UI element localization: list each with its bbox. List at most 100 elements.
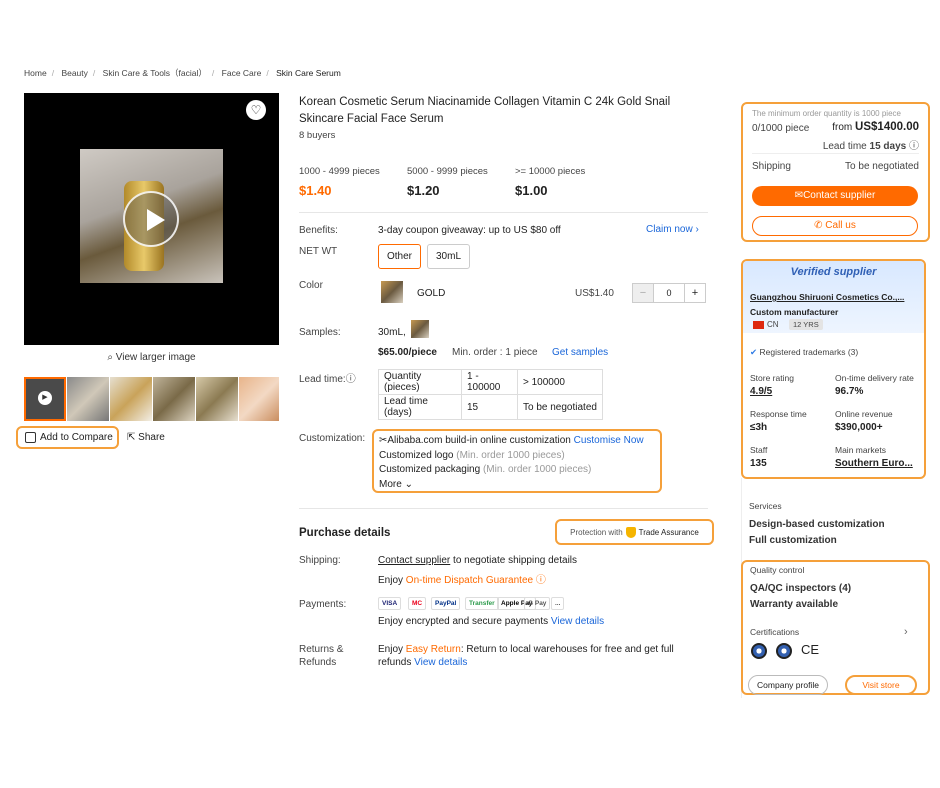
samples-price: $65.00/piece	[378, 347, 437, 358]
thumbnail[interactable]	[239, 377, 279, 421]
add-to-compare[interactable]: Add to Compare	[16, 426, 119, 449]
decrement-button[interactable]: −	[632, 283, 654, 303]
info-icon[interactable]: ⓘ	[346, 374, 356, 385]
verified-supplier-badge: Verified supplier	[790, 266, 877, 278]
view-details-link[interactable]: View details	[414, 657, 467, 668]
info-icon: ⓘ	[533, 575, 546, 586]
chevron-right-icon[interactable]: ›	[904, 626, 908, 638]
order-card: The minimum order quantity is 1000 piece…	[741, 102, 930, 242]
heart-icon[interactable]: ♡	[246, 100, 266, 120]
table-row: Lead time (days) 15 To be negotiated	[378, 394, 603, 420]
supplier-name-link[interactable]: Guangzhou Shiruoni Cosmetics Co.,...	[750, 292, 920, 302]
thumbnail[interactable]	[196, 377, 238, 421]
product-video[interactable]: ♡	[24, 93, 279, 345]
sample-thumbnail	[411, 320, 429, 338]
ontime-delivery: On-time delivery rate 96.7%	[835, 373, 914, 397]
breadcrumb-home[interactable]: Home	[24, 68, 47, 78]
supplier-type: Custom manufacturer	[750, 307, 839, 317]
staff-count: Staff 135	[750, 445, 768, 469]
bank-transfer-icon: Transfer	[465, 597, 499, 610]
visit-store-button[interactable]: Visit store	[845, 675, 917, 695]
claim-now-link[interactable]: Claim now ›	[646, 224, 699, 235]
samples-label: Samples:	[299, 327, 341, 338]
samples-min-order: Min. order : 1 piece	[452, 347, 538, 358]
supplier-country: CN	[767, 320, 779, 329]
min-order-note: The minimum order quantity is 1000 piece	[752, 109, 901, 118]
netwt-option-30ml[interactable]: 30mL	[427, 244, 471, 269]
returns-text: Enjoy Easy Return: Return to local wareh…	[378, 644, 674, 668]
buyer-count: 8 buyers	[299, 130, 336, 141]
globe-cert-icon	[776, 643, 792, 659]
breadcrumb: Home / Beauty / Skin Care & Tools（facial） /…	[24, 68, 341, 78]
ce-cert-icon: CE	[801, 642, 820, 657]
thumbnail[interactable]	[153, 377, 195, 421]
quantity-input[interactable]: 0	[654, 283, 684, 303]
shield-icon	[625, 526, 636, 538]
customization-box: ✂Alibaba.com build-in online customizati…	[372, 429, 662, 493]
get-samples-link[interactable]: Get samples	[552, 347, 608, 358]
increment-button[interactable]: +	[684, 283, 706, 303]
share-icon: ⇱	[127, 432, 136, 443]
chevron-down-icon: ⌄	[404, 478, 413, 490]
globe-cert-icon	[751, 643, 767, 659]
price-tier: 5000 - 9999 pieces $1.20	[407, 166, 488, 198]
share-button[interactable]: ⇱ Share	[127, 432, 165, 443]
easy-return-link[interactable]: Easy Return	[406, 644, 461, 655]
contact-supplier-button[interactable]: ✉Contact supplier	[752, 186, 918, 206]
supplier-years: 12 YRS	[789, 319, 823, 330]
table-row: Quantity (pieces) 1 - 100000 > 100000	[378, 369, 603, 395]
dispatch-guarantee-link[interactable]: On-time Dispatch Guarantee	[406, 575, 533, 586]
price-tier: 1000 - 4999 pieces $1.40	[299, 166, 380, 198]
breadcrumb-face-care[interactable]: Face Care	[222, 68, 262, 78]
china-flag-icon	[753, 321, 764, 329]
contact-supplier-link[interactable]: Contact supplier	[378, 555, 450, 566]
order-from-price: from US$1400.00	[832, 121, 919, 133]
thumbnail-strip	[24, 377, 279, 421]
thumbnail[interactable]	[110, 377, 152, 421]
registered-trademarks[interactable]: ✔ Registered trademarks (3)	[750, 347, 858, 358]
paypal-icon: PayPal	[431, 597, 461, 610]
store-rating: Store rating 4.9/5	[750, 373, 794, 397]
color-name: GOLD	[417, 288, 446, 299]
more-payments-icon[interactable]: ...	[551, 597, 565, 610]
product-title: Korean Cosmetic Serum Niacinamide Collag…	[299, 96, 671, 125]
trade-assurance-badge[interactable]: Protection with Trade Assurance	[555, 519, 714, 545]
quantity-stepper: − 0 +	[632, 283, 706, 303]
breadcrumb-current: Skin Care Serum	[276, 68, 341, 78]
call-us-button[interactable]: ✆ Call us	[752, 216, 918, 236]
service-item: Full customization	[749, 535, 837, 546]
chevron-right-icon: ›	[695, 224, 699, 235]
benefits-text: 3-day coupon giveaway: up to US $80 off	[378, 225, 561, 236]
thumbnail-video[interactable]	[24, 377, 66, 421]
leadtime-table: Quantity (pieces) 1 - 100000 > 100000 Le…	[378, 369, 603, 420]
company-profile-button[interactable]: Company profile	[748, 675, 828, 695]
quality-card: Quality control QA/QC inspectors (4) War…	[741, 560, 930, 695]
search-icon: ⌕	[107, 352, 113, 363]
info-icon[interactable]: ⓘ	[909, 141, 919, 152]
customise-now-link[interactable]: Customise Now	[574, 435, 644, 446]
breadcrumb-beauty[interactable]: Beauty	[61, 68, 87, 78]
benefits-label: Benefits:	[299, 225, 338, 236]
order-lead-time: Lead time 15 days ⓘ	[822, 141, 919, 152]
dispatch-guarantee: Enjoy On-time Dispatch Guarantee ⓘ	[378, 575, 546, 586]
netwt-option-other[interactable]: Other	[378, 244, 422, 269]
mail-icon: ✉	[794, 190, 804, 201]
google-pay-icon: G Pay	[524, 597, 551, 610]
main-markets[interactable]: Main markets Southern Euro...	[835, 445, 913, 469]
compare-checkbox[interactable]	[25, 432, 36, 443]
customization-label: Customization:	[299, 433, 366, 444]
mastercard-icon: MC	[408, 597, 427, 610]
service-item: Design-based customization	[749, 519, 885, 530]
purchase-heading: Purchase details	[299, 527, 391, 539]
certifications-label: Certifications	[750, 627, 800, 637]
returns-label: Returns & Refunds	[299, 644, 344, 668]
visa-icon: VISA	[378, 597, 402, 610]
view-larger-image[interactable]: ⌕ View larger image	[24, 352, 279, 363]
color-swatch[interactable]	[381, 281, 403, 303]
thumbnail[interactable]	[67, 377, 109, 421]
breadcrumb-skin-care-tools[interactable]: Skin Care & Tools（facial）	[103, 68, 207, 78]
shipping-text: Contact supplier to negotiate shipping d…	[378, 555, 578, 566]
more-toggle[interactable]: More ⌄	[379, 478, 655, 493]
play-icon[interactable]	[123, 191, 179, 247]
view-details-link[interactable]: View details	[551, 616, 604, 627]
